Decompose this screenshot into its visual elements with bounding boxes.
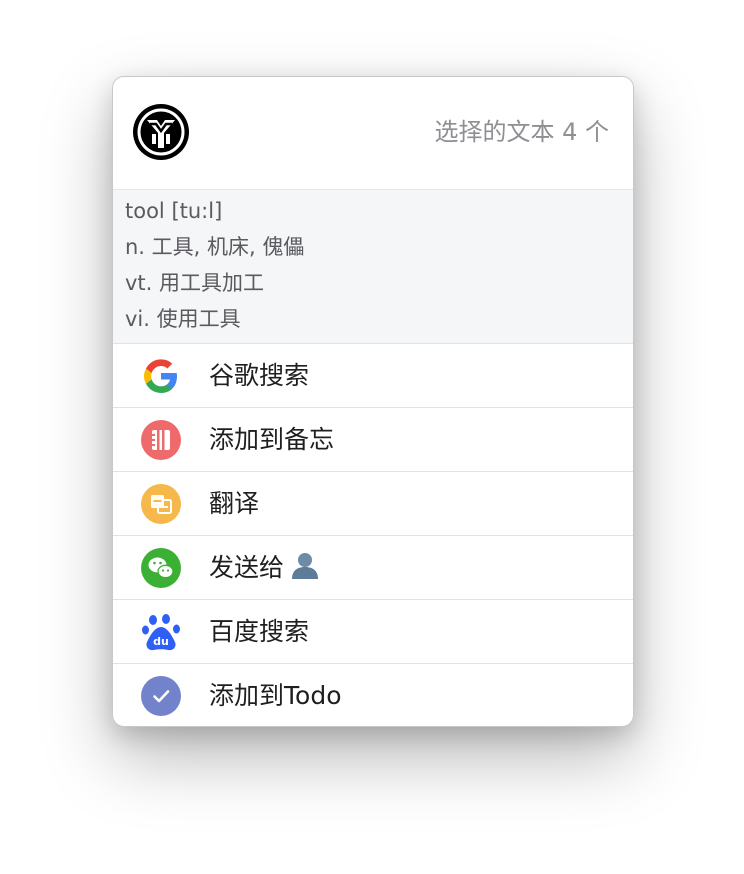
todo-check-icon — [141, 676, 181, 716]
selection-count-label: 选择的文本 4 个 — [434, 118, 609, 146]
menu-item-add-memo[interactable]: 添加到备忘 — [113, 408, 633, 472]
menu-item-label: 添加到Todo — [209, 681, 342, 710]
menu-item-add-todo[interactable]: 添加到Todo — [113, 664, 633, 726]
svg-text:du: du — [153, 635, 169, 648]
dict-line-phonetic: tool [tu:l] — [125, 199, 223, 223]
menu-item-label: 添加到备忘 — [209, 425, 335, 454]
popup-header: 选择的文本 4 个 — [113, 77, 633, 190]
dict-line-vi: vi. 使用工具 — [125, 307, 241, 331]
dict-line-noun: n. 工具, 机床, 傀儡 — [125, 235, 305, 259]
menu-item-baidu-search[interactable]: du 百度搜索 — [113, 600, 633, 664]
memo-icon — [141, 420, 181, 460]
translate-icon — [141, 484, 181, 524]
menu-item-label: 发送给 — [209, 551, 320, 585]
menu-item-google-search[interactable]: 谷歌搜索 — [113, 344, 633, 408]
yu-logo-icon — [133, 104, 189, 160]
wechat-icon — [141, 548, 181, 588]
menu-item-label: 百度搜索 — [209, 617, 310, 646]
dict-line-vt: vt. 用工具加工 — [125, 271, 265, 295]
menu-item-label: 翻译 — [209, 489, 260, 518]
menu-item-send-to[interactable]: 发送给 — [113, 536, 633, 600]
contact-avatar-icon — [292, 553, 319, 579]
menu-item-translate[interactable]: 翻译 — [113, 472, 633, 536]
action-menu: 谷歌搜索 添加到备忘 翻译 发送给 du 百度搜索 添加到Todo — [113, 344, 633, 726]
menu-item-label: 谷歌搜索 — [209, 361, 310, 390]
dictionary-panel: tool [tu:l] n. 工具, 机床, 傀儡 vt. 用工具加工 vi. … — [113, 190, 633, 344]
baidu-icon: du — [142, 614, 180, 651]
google-icon — [144, 359, 177, 393]
popup-panel: 选择的文本 4 个 tool [tu:l] n. 工具, 机床, 傀儡 vt. … — [112, 76, 634, 727]
